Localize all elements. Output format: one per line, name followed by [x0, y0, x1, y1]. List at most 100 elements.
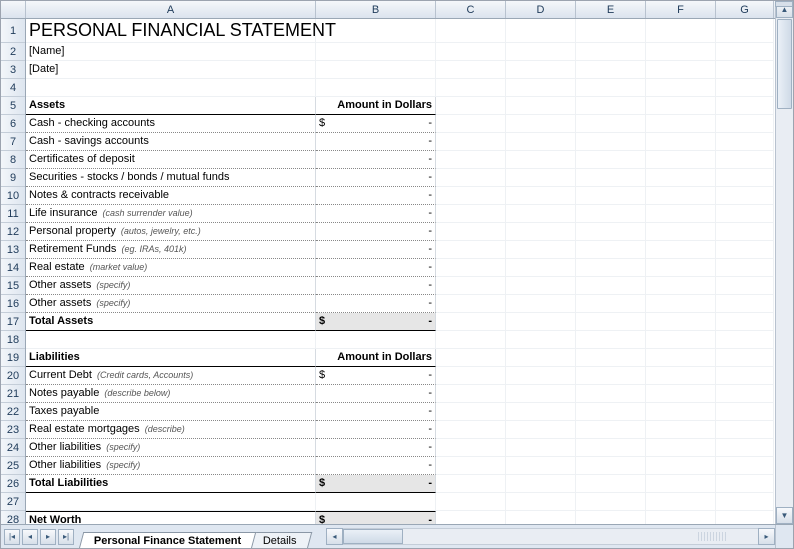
row-header-4[interactable]: 4 — [1, 79, 25, 97]
cell-B15-asset-value[interactable]: - — [316, 277, 436, 295]
row-header-26[interactable]: 26 — [1, 475, 25, 493]
cell-empty[interactable] — [646, 187, 716, 205]
cell-B19-amount-header[interactable]: Amount in Dollars — [316, 349, 436, 367]
cell-D4[interactable] — [506, 79, 576, 97]
cell-E5[interactable] — [576, 97, 646, 115]
cell-empty[interactable] — [716, 169, 774, 187]
cell-A5-assets-header[interactable]: Assets — [26, 97, 316, 115]
cell-empty[interactable] — [436, 295, 506, 313]
cell-A14-asset-label[interactable]: Real estate (market value) — [26, 259, 316, 277]
row-header-12[interactable]: 12 — [1, 223, 25, 241]
cell-A13-asset-label[interactable]: Retirement Funds (eg. IRAs, 401k) — [26, 241, 316, 259]
vertical-scroll-thumb[interactable] — [777, 19, 792, 109]
cell-empty[interactable] — [646, 295, 716, 313]
cell-E4[interactable] — [576, 79, 646, 97]
vertical-split-handle[interactable] — [775, 1, 793, 7]
cell-empty[interactable] — [506, 277, 576, 295]
cell-empty[interactable] — [506, 457, 576, 475]
cell-B3[interactable] — [316, 61, 436, 79]
column-header-A[interactable]: A — [26, 1, 316, 18]
cell-empty[interactable] — [436, 277, 506, 295]
cell-B11-asset-value[interactable]: - — [316, 205, 436, 223]
cell-E17[interactable] — [576, 313, 646, 331]
cell-empty[interactable] — [716, 223, 774, 241]
cell-empty[interactable] — [576, 241, 646, 259]
scroll-right-button[interactable]: ▸ — [758, 528, 775, 545]
cell-empty[interactable] — [646, 439, 716, 457]
cell-A18[interactable] — [26, 331, 316, 349]
scroll-left-button[interactable]: ◂ — [326, 528, 343, 545]
cell-A4[interactable] — [26, 79, 316, 97]
cell-B16-asset-value[interactable]: - — [316, 295, 436, 313]
cell-empty[interactable] — [716, 277, 774, 295]
cell-E3[interactable] — [576, 61, 646, 79]
cell-F5[interactable] — [646, 97, 716, 115]
cell-F28[interactable] — [646, 511, 716, 524]
row-header-5[interactable]: 5 — [1, 97, 25, 115]
cell-D3[interactable] — [506, 61, 576, 79]
cell-empty[interactable] — [436, 151, 506, 169]
cell-A25-liability-label[interactable]: Other liabilities (specify) — [26, 457, 316, 475]
cell-empty[interactable] — [576, 259, 646, 277]
cell-C19[interactable] — [436, 349, 506, 367]
row-header-3[interactable]: 3 — [1, 61, 25, 79]
cell-C18[interactable] — [436, 331, 506, 349]
cell-B5-amount-header[interactable]: Amount in Dollars — [316, 97, 436, 115]
cells-area[interactable]: PERSONAL FINANCIAL STATEMENT [Name] — [26, 19, 775, 524]
row-header-16[interactable]: 16 — [1, 295, 25, 313]
cell-empty[interactable] — [576, 403, 646, 421]
cell-empty[interactable] — [436, 457, 506, 475]
cell-E1[interactable] — [576, 19, 646, 43]
cell-B4[interactable] — [316, 79, 436, 97]
cell-empty[interactable] — [716, 205, 774, 223]
cell-empty[interactable] — [646, 277, 716, 295]
cell-C5[interactable] — [436, 97, 506, 115]
cell-empty[interactable] — [716, 367, 774, 385]
tab-nav-first-icon[interactable]: |◂ — [4, 529, 20, 545]
cell-E28[interactable] — [576, 511, 646, 524]
cell-empty[interactable] — [436, 403, 506, 421]
cell-empty[interactable] — [716, 259, 774, 277]
row-header-2[interactable]: 2 — [1, 43, 25, 61]
cell-empty[interactable] — [716, 457, 774, 475]
cell-B13-asset-value[interactable]: - — [316, 241, 436, 259]
cell-B23-liability-value[interactable]: - — [316, 421, 436, 439]
horizontal-scroll-track[interactable] — [343, 528, 758, 545]
cell-D26[interactable] — [506, 475, 576, 493]
cell-empty[interactable] — [716, 421, 774, 439]
cell-A12-asset-label[interactable]: Personal property (autos, jewelry, etc.) — [26, 223, 316, 241]
cell-B26-total-liabilities-value[interactable]: $- — [316, 475, 436, 493]
cell-D18[interactable] — [506, 331, 576, 349]
cell-empty[interactable] — [436, 259, 506, 277]
cell-A26-total-liabilities[interactable]: Total Liabilities — [26, 475, 316, 493]
cell-empty[interactable] — [716, 403, 774, 421]
cell-empty[interactable] — [576, 457, 646, 475]
column-header-F[interactable]: F — [646, 1, 716, 18]
cell-empty[interactable] — [716, 151, 774, 169]
sheet-tab-personal-finance[interactable]: Personal Finance Statement — [79, 532, 257, 549]
cell-C28[interactable] — [436, 511, 506, 524]
row-header-14[interactable]: 14 — [1, 259, 25, 277]
cell-F2[interactable] — [646, 43, 716, 61]
row-header-25[interactable]: 25 — [1, 457, 25, 475]
tab-nav-prev-icon[interactable]: ◂ — [22, 529, 38, 545]
cell-G1[interactable] — [716, 19, 774, 43]
cell-empty[interactable] — [436, 205, 506, 223]
cell-G28[interactable] — [716, 511, 774, 524]
cell-empty[interactable] — [436, 385, 506, 403]
cell-C26[interactable] — [436, 475, 506, 493]
row-header-20[interactable]: 20 — [1, 367, 25, 385]
cell-A23-liability-label[interactable]: Real estate mortgages (describe) — [26, 421, 316, 439]
vertical-scrollbar[interactable]: ▲ ▼ — [775, 1, 793, 524]
cell-A10-asset-label[interactable]: Notes & contracts receivable — [26, 187, 316, 205]
cell-B10-asset-value[interactable]: - — [316, 187, 436, 205]
cell-empty[interactable] — [646, 259, 716, 277]
cell-empty[interactable] — [576, 421, 646, 439]
cell-empty[interactable] — [506, 241, 576, 259]
cell-B7-asset-value[interactable]: - — [316, 133, 436, 151]
cell-empty[interactable] — [506, 187, 576, 205]
cell-empty[interactable] — [646, 205, 716, 223]
cell-empty[interactable] — [646, 133, 716, 151]
cell-A11-asset-label[interactable]: Life insurance (cash surrender value) — [26, 205, 316, 223]
cell-empty[interactable] — [506, 385, 576, 403]
